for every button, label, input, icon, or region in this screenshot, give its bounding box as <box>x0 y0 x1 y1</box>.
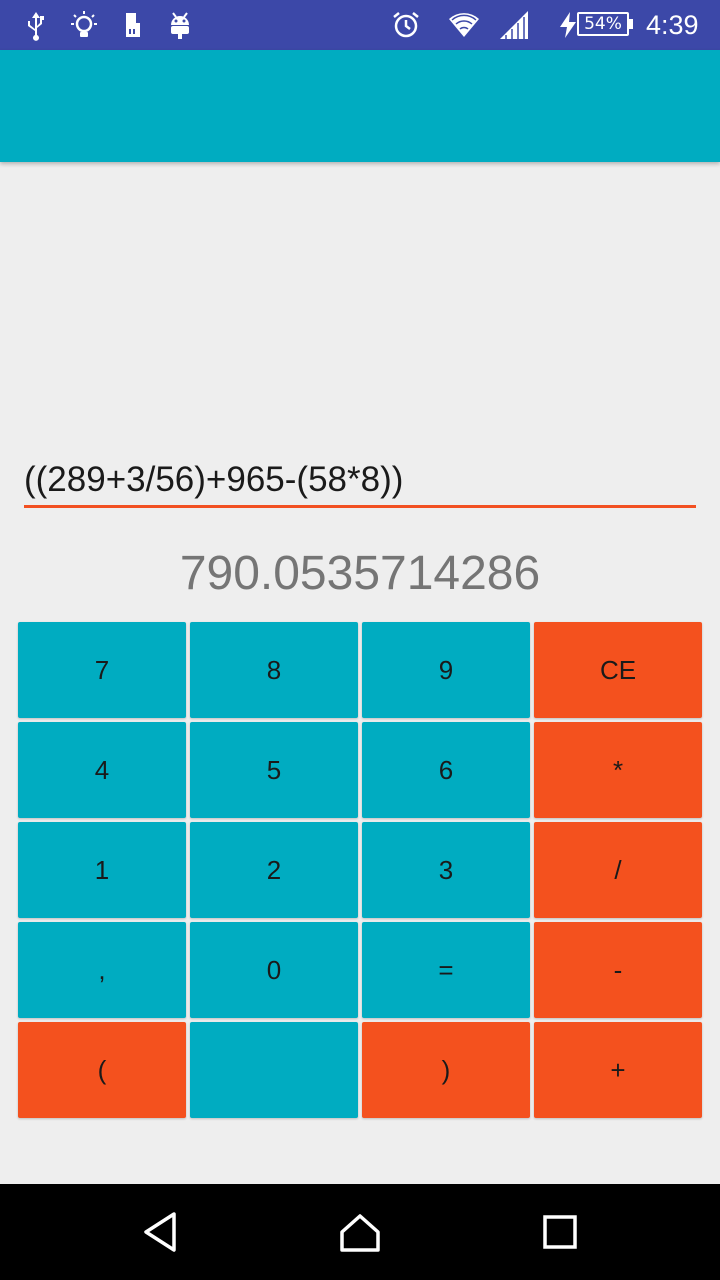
key-2-button[interactable]: 2 <box>190 822 358 918</box>
key-multiply-button[interactable]: * <box>534 722 702 818</box>
back-icon[interactable] <box>136 1208 184 1256</box>
key-comma-button[interactable]: , <box>18 922 186 1018</box>
battery-indicator: 54% <box>577 12 629 36</box>
key-equals-button[interactable]: = <box>362 922 530 1018</box>
alarm-icon <box>393 12 419 38</box>
result-display: 790.0535714286 <box>179 547 541 600</box>
key-5-button[interactable]: 5 <box>190 722 358 818</box>
key-open-paren-button[interactable]: ( <box>18 1022 186 1118</box>
key-3-button[interactable]: 3 <box>362 822 530 918</box>
keypad: 7 8 9 CE 4 5 6 * 1 2 3/, 0 = - () + <box>18 622 702 1118</box>
sd-card-icon <box>126 13 140 37</box>
key-8-button[interactable]: 8 <box>190 622 358 718</box>
lightbulb-icon <box>71 11 97 37</box>
recents-icon[interactable] <box>536 1208 584 1256</box>
battery-nub <box>629 19 633 29</box>
key-divide-button[interactable]: / <box>534 822 702 918</box>
key-blank-button[interactable] <box>190 1022 358 1118</box>
key-clear-button[interactable]: CE <box>534 622 702 718</box>
key-9-button[interactable]: 9 <box>362 622 530 718</box>
key-4-button[interactable]: 4 <box>18 722 186 818</box>
key-minus-button[interactable]: - <box>534 922 702 1018</box>
key-plus-button[interactable]: + <box>534 1022 702 1118</box>
wifi-icon <box>449 13 479 37</box>
key-0-button[interactable]: 0 <box>190 922 358 1018</box>
key-7-button[interactable]: 7 <box>18 622 186 718</box>
app-bar <box>0 50 720 162</box>
key-1-button[interactable]: 1 <box>18 822 186 918</box>
home-icon[interactable] <box>336 1208 384 1256</box>
expression-input-underline <box>24 505 696 508</box>
expression-input[interactable]: ((289+3/56)+965-(58*8)) <box>24 452 696 508</box>
key-6-button[interactable]: 6 <box>362 722 530 818</box>
status-bar: 54% 4:39 <box>0 0 720 50</box>
signal-icon <box>500 11 528 39</box>
clock: 4:39 <box>646 10 699 40</box>
key-close-paren-button[interactable]: ) <box>362 1022 530 1118</box>
usb-icon <box>28 12 44 41</box>
android-icon <box>171 12 189 39</box>
